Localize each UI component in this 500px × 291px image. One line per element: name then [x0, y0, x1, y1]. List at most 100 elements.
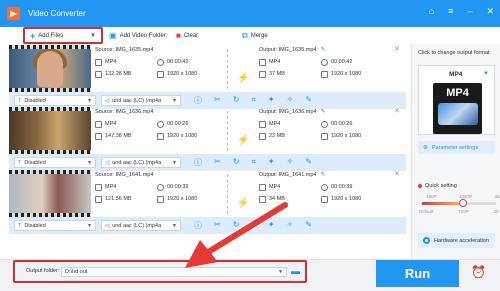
dot-icon	[418, 184, 422, 188]
selected-format: MP4	[449, 71, 463, 78]
effect-icon[interactable]: ✦	[268, 95, 275, 106]
audio-track-value: und aac (LC) (mp4a	[112, 222, 162, 229]
info-icon[interactable]: ⓘ	[194, 95, 202, 106]
add-files-button[interactable]: + Add Files ▼	[23, 27, 103, 44]
lightning-icon: ⚡	[237, 135, 250, 146]
remove-task-icon[interactable]: ✕	[394, 45, 400, 53]
crop-icon[interactable]: ⌗	[251, 95, 256, 106]
panel-title: Click to change output format	[418, 50, 490, 56]
format-icon-label: MP4	[446, 87, 469, 99]
output-filename: Output: IMG_1641.mp4	[259, 172, 317, 178]
output-size: 37 MB	[269, 71, 285, 77]
output-header: Output: IMG_1635.mp4 ✎	[259, 45, 404, 56]
alarm-clock-icon[interactable]: ⏰	[471, 265, 486, 279]
video-thumbnail[interactable]	[9, 170, 91, 217]
output-format-selector[interactable]: MP4 ▼ MP4	[418, 65, 495, 135]
crop-icon[interactable]: ⌗	[251, 157, 256, 168]
file-size-icon	[95, 195, 102, 203]
video-thumbnail[interactable]	[9, 45, 91, 92]
task-item: Source: IMG_1636.mp4 MP4 00:00:26 147.38…	[9, 107, 406, 171]
output-folder-path: D:\hd out	[65, 269, 88, 275]
parameter-settings-button[interactable]: ⚙ Parameter settings	[418, 141, 495, 154]
speaker-icon: ◁	[105, 222, 110, 229]
info-icon[interactable]: ⓘ	[194, 157, 202, 168]
audio-track-value: und aac (LC) (mp4a	[112, 159, 162, 166]
trim-icon[interactable]: ✂	[214, 157, 221, 168]
source-filename: Source: IMG_1636.mp4	[95, 109, 154, 115]
effect-icon[interactable]: ✦	[268, 157, 275, 168]
task-item: Source: IMG_1635.mp4 MP4 00:00:42 132.28…	[9, 45, 406, 109]
subtitle-select[interactable]: T Disabled ▼	[14, 157, 96, 168]
close-button[interactable]: ✕	[486, 6, 494, 17]
film-strip	[9, 107, 91, 111]
remove-task-icon[interactable]: ✕	[394, 170, 400, 178]
settings-icon: ⚙	[423, 144, 428, 151]
plus-icon: +	[30, 30, 36, 41]
film-strip	[9, 170, 91, 174]
run-button[interactable]: Run	[376, 260, 459, 287]
video-thumbnail[interactable]	[9, 107, 91, 154]
folder-plus-icon: ▣	[109, 31, 117, 40]
chevron-down-icon: ▼	[87, 222, 92, 229]
output-format: MP4	[269, 59, 281, 65]
merge-button[interactable]: ⧉ Merge	[242, 31, 268, 41]
minimize-button[interactable]: –	[467, 6, 472, 17]
source-filename: Source: IMG_1641.mp4	[95, 172, 154, 178]
audio-track-value: und aac (LC) (mp4a	[112, 97, 162, 104]
trim-icon[interactable]: ✂	[214, 95, 221, 106]
folder-icon[interactable]: ▬	[291, 266, 300, 276]
edit-tools: ⓘ ✂ ↻ ⌗ ✦ ✧ ✎	[194, 157, 312, 168]
output-format: MP4	[269, 184, 281, 190]
watermark-icon[interactable]: ✧	[287, 95, 294, 106]
edit-icon[interactable]: ✎	[305, 220, 312, 231]
subtitle-icon: T	[18, 97, 22, 104]
clear-button[interactable]: ■ Clear	[176, 31, 198, 40]
window-title: Video Converter	[28, 9, 86, 18]
source-size: 121.56 MB	[105, 196, 132, 202]
subtitle-select[interactable]: T Disabled ▼	[14, 95, 96, 106]
hardware-acceleration-toggle[interactable]: Hardware acceleration	[418, 233, 495, 248]
add-video-folder-button[interactable]: ▣ Add Video Folder	[109, 31, 166, 40]
source-format: MP4	[105, 121, 117, 127]
chevron-down-icon: ▼	[172, 97, 177, 104]
audio-track-select[interactable]: ◁ und aac (LC) (mp4a ▼	[101, 157, 181, 168]
output-duration: 00:00:39	[331, 184, 353, 190]
speaker-icon: ◁	[105, 159, 110, 166]
subtitle-select[interactable]: T Disabled ▼	[14, 220, 96, 231]
resolution-icon	[157, 132, 164, 140]
audio-track-select[interactable]: ◁ und aac (LC) (mp4a ▼	[101, 95, 181, 106]
source-format: MP4	[105, 59, 117, 65]
source-filename: Source: IMG_1635.mp4	[95, 47, 154, 53]
quality-slider[interactable]	[422, 199, 496, 207]
resolution-icon	[321, 195, 328, 203]
resolution-icon	[321, 132, 328, 140]
rotate-icon[interactable]: ↻	[233, 157, 240, 168]
output-resolution: 1920 x 1080	[331, 71, 362, 77]
edit-icon[interactable]: ✎	[305, 95, 312, 106]
edit-pencil-icon[interactable]: ✎	[320, 109, 325, 115]
chevron-down-icon[interactable]: ▼	[90, 33, 96, 39]
subtitle-value: Disabled	[24, 97, 46, 104]
menu-icon[interactable]: ≡	[448, 6, 453, 17]
edit-pencil-icon[interactable]: ✎	[320, 172, 325, 178]
resolution-icon	[321, 70, 328, 78]
file-size-icon	[259, 70, 266, 78]
remove-task-icon[interactable]: ✕	[394, 107, 400, 115]
rotate-icon[interactable]: ↻	[233, 95, 240, 106]
source-size: 132.28 MB	[105, 71, 132, 77]
format-icon	[95, 120, 102, 128]
cart-icon[interactable]: ⌂	[429, 6, 434, 17]
edit-tools: ⓘ ✂ ↻ ⌗ ✦ ✧ ✎	[194, 95, 312, 106]
speaker-icon: ◁	[105, 97, 110, 104]
slider-handle[interactable]	[458, 199, 467, 207]
audio-track-select[interactable]: ◁ und aac (LC) (mp4a ▼	[101, 220, 181, 231]
add-files-label: Add Files	[38, 32, 64, 39]
divider	[227, 49, 228, 89]
chevron-down-icon: ▼	[87, 159, 92, 166]
watermark-icon[interactable]: ✧	[287, 157, 294, 168]
output-size: 23 MB	[269, 133, 285, 139]
output-info: Output: IMG_1636.mp4 ✎ MP4 00:00:26 23 MB…	[259, 107, 404, 154]
edit-icon[interactable]: ✎	[305, 157, 312, 168]
edit-pencil-icon[interactable]: ✎	[320, 47, 325, 53]
format-icon	[259, 183, 266, 191]
